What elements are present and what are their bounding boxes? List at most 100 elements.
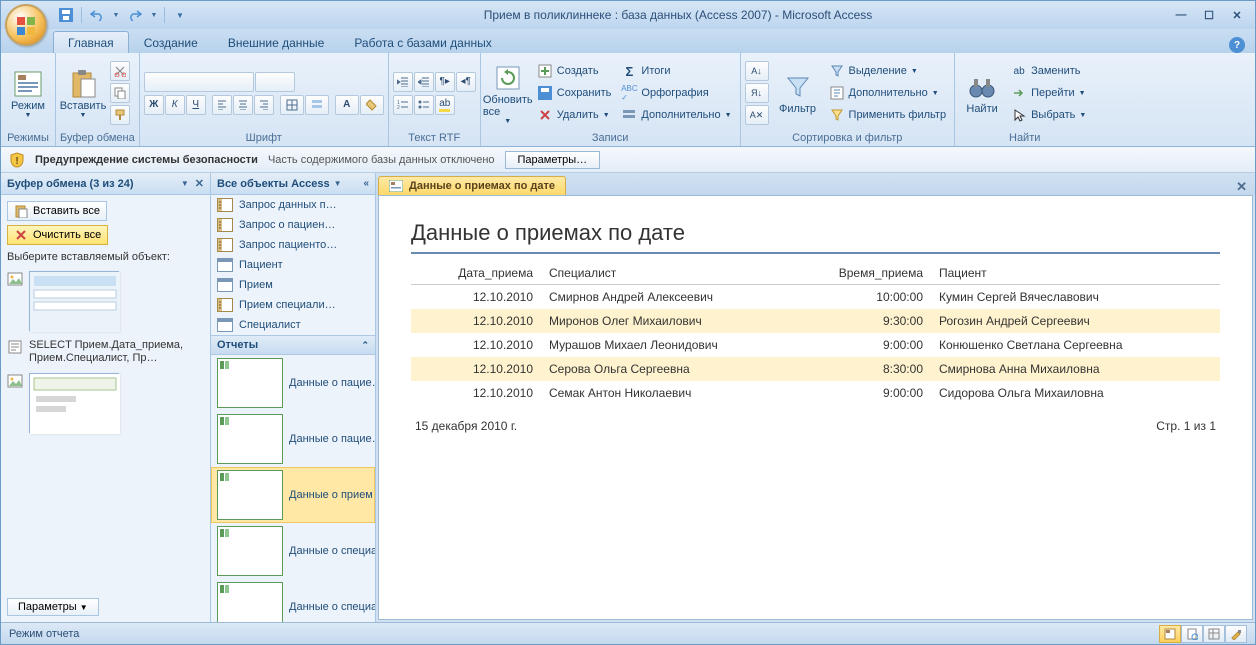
document-tabs: Данные о приемах по дате ✕ xyxy=(376,173,1255,195)
new-record-button[interactable]: Создать xyxy=(533,60,616,82)
nav-item-query[interactable]: Пациент xyxy=(211,255,375,275)
gridlines-button[interactable] xyxy=(280,95,304,115)
filter-button[interactable]: Фильтр xyxy=(773,57,823,129)
security-options-button[interactable]: Параметры… xyxy=(505,151,601,169)
alt-row-color-button[interactable] xyxy=(305,95,329,115)
save-icon[interactable] xyxy=(57,6,75,24)
nav-item-report[interactable]: Данные о специа… xyxy=(211,579,375,622)
office-button[interactable] xyxy=(5,4,47,46)
nav-item-report[interactable]: Данные о специа… xyxy=(211,523,375,579)
tab-home[interactable]: Главная xyxy=(53,31,129,53)
window-title: Прием в поликлиннеке : база данных (Acce… xyxy=(189,8,1167,22)
close-icon[interactable]: ✕ xyxy=(195,177,204,190)
paste-all-button[interactable]: Вставить все xyxy=(7,201,107,221)
close-button[interactable]: ✕ xyxy=(1223,6,1251,24)
select-button[interactable]: Выбрать ▼ xyxy=(1007,104,1090,126)
maximize-button[interactable]: ☐ xyxy=(1195,6,1223,24)
save-record-button[interactable]: Сохранить xyxy=(533,82,616,104)
format-painter-button[interactable] xyxy=(110,105,130,125)
window-controls: — ☐ ✕ xyxy=(1167,6,1255,24)
mode-button[interactable]: Режим▼ xyxy=(5,57,51,129)
nav-pane-header[interactable]: Все объекты Access ▼ « xyxy=(211,173,375,195)
ltr-button[interactable]: ¶▸ xyxy=(435,72,455,92)
chevron-down-icon[interactable]: ▼ xyxy=(181,179,189,188)
table-row[interactable]: 12.10.2010Смирнов Андрей Алексеевич10:00… xyxy=(411,285,1220,310)
report-view-button[interactable] xyxy=(1159,625,1181,643)
paste-button[interactable]: Вставить▼ xyxy=(60,57,106,129)
goto-button[interactable]: Перейти ▼ xyxy=(1007,82,1090,104)
print-preview-button[interactable] xyxy=(1181,625,1203,643)
toggle-filter-button[interactable]: Применить фильтр xyxy=(825,104,951,126)
cut-button[interactable] xyxy=(110,61,130,81)
table-row[interactable]: 12.10.2010Мурашов Михаел Леонидович9:00:… xyxy=(411,333,1220,357)
layout-view-button[interactable] xyxy=(1203,625,1225,643)
clipboard-item[interactable] xyxy=(1,267,210,335)
sigma-icon: Σ xyxy=(621,63,637,79)
totals-button[interactable]: ΣИтоги xyxy=(617,60,735,82)
table-row[interactable]: 12.10.2010Миронов Олег Михаилович9:30:00… xyxy=(411,309,1220,333)
numbered-list-button[interactable]: 12 xyxy=(393,95,413,115)
sort-asc-button[interactable]: A↓ xyxy=(745,61,769,81)
clear-all-button[interactable]: Очистить все xyxy=(7,225,108,245)
clipboard-item[interactable]: SELECT Прием.Дата_приема, Прием.Специали… xyxy=(1,335,210,369)
undo-icon[interactable] xyxy=(88,6,106,24)
tab-dbtools[interactable]: Работа с базами данных xyxy=(339,31,506,53)
highlight-button[interactable]: ab xyxy=(435,95,455,115)
table-row[interactable]: 12.10.2010Серова Ольга Сергеевна8:30:00С… xyxy=(411,357,1220,381)
qat-customize-icon[interactable]: ▼ xyxy=(171,6,189,24)
minimize-button[interactable]: — xyxy=(1167,6,1195,24)
dropdown-icon[interactable]: ▼ xyxy=(150,6,158,24)
nav-item-query[interactable]: Запрос пациенто… xyxy=(211,235,375,255)
nav-item-query[interactable]: Запрос данных п… xyxy=(211,195,375,215)
nav-item-query[interactable]: Запрос о пациен… xyxy=(211,215,375,235)
align-right-button[interactable] xyxy=(254,95,274,115)
dropdown-icon[interactable]: ▼ xyxy=(112,6,120,24)
design-view-button[interactable] xyxy=(1225,625,1247,643)
nav-item-report[interactable]: Данные о пацие… xyxy=(211,355,375,411)
spelling-button[interactable]: ABC✓Орфография xyxy=(617,82,735,104)
separator xyxy=(81,7,82,23)
redo-icon[interactable] xyxy=(126,6,144,24)
delete-record-button[interactable]: Удалить ▼ xyxy=(533,104,616,126)
document-tab[interactable]: Данные о приемах по дате xyxy=(378,176,566,195)
advanced-filter-button[interactable]: Дополнительно ▼ xyxy=(825,82,951,104)
query-icon xyxy=(217,198,233,212)
collapse-icon[interactable]: « xyxy=(363,178,369,189)
nav-item-report[interactable]: Данные о пацие… xyxy=(211,411,375,467)
decrease-indent-button[interactable] xyxy=(393,72,413,92)
nav-item-query[interactable]: Прием специали… xyxy=(211,295,375,315)
nav-item-query[interactable]: Специалист xyxy=(211,315,375,335)
bullet-list-button[interactable] xyxy=(414,95,434,115)
sort-desc-button[interactable]: Я↓ xyxy=(745,83,769,103)
refresh-all-button[interactable]: Обновить все▼ xyxy=(485,57,531,129)
italic-button[interactable]: К xyxy=(165,95,185,115)
fill-color-button[interactable] xyxy=(360,95,384,115)
selection-filter-button[interactable]: Выделение ▼ xyxy=(825,60,951,82)
table-row[interactable]: 12.10.2010Семак Антон Николаевич9:00:00С… xyxy=(411,381,1220,405)
increase-indent-button[interactable] xyxy=(414,72,434,92)
close-document-button[interactable]: ✕ xyxy=(1228,179,1255,195)
align-left-button[interactable] xyxy=(212,95,232,115)
ribbon-tabs: Главная Создание Внешние данные Работа с… xyxy=(1,29,1255,53)
bold-button[interactable]: Ж xyxy=(144,95,164,115)
nav-item-report[interactable]: Данные о прием… xyxy=(211,467,375,523)
nav-item-query[interactable]: Прием xyxy=(211,275,375,295)
help-button[interactable]: ? xyxy=(1229,37,1245,53)
copy-button[interactable] xyxy=(110,83,130,103)
nav-section-reports[interactable]: Отчеты⌃ xyxy=(211,335,375,355)
clipboard-options-button[interactable]: Параметры ▼ xyxy=(7,598,99,616)
underline-button[interactable]: Ч xyxy=(186,95,206,115)
rtl-button[interactable]: ◂¶ xyxy=(456,72,476,92)
chevron-down-icon[interactable]: ▼ xyxy=(334,179,342,188)
clipboard-item[interactable] xyxy=(1,369,210,437)
find-button[interactable]: Найти xyxy=(959,57,1005,129)
more-button[interactable]: Дополнительно ▼ xyxy=(617,104,735,126)
replace-button[interactable]: abЗаменить xyxy=(1007,60,1090,82)
clear-sort-button[interactable]: A✕ xyxy=(745,105,769,125)
tab-external[interactable]: Внешние данные xyxy=(213,31,340,53)
align-center-button[interactable] xyxy=(233,95,253,115)
tab-create[interactable]: Создание xyxy=(129,31,213,53)
font-size-combo[interactable] xyxy=(255,72,295,92)
font-color-button[interactable]: A xyxy=(335,95,359,115)
font-name-combo[interactable] xyxy=(144,72,254,92)
